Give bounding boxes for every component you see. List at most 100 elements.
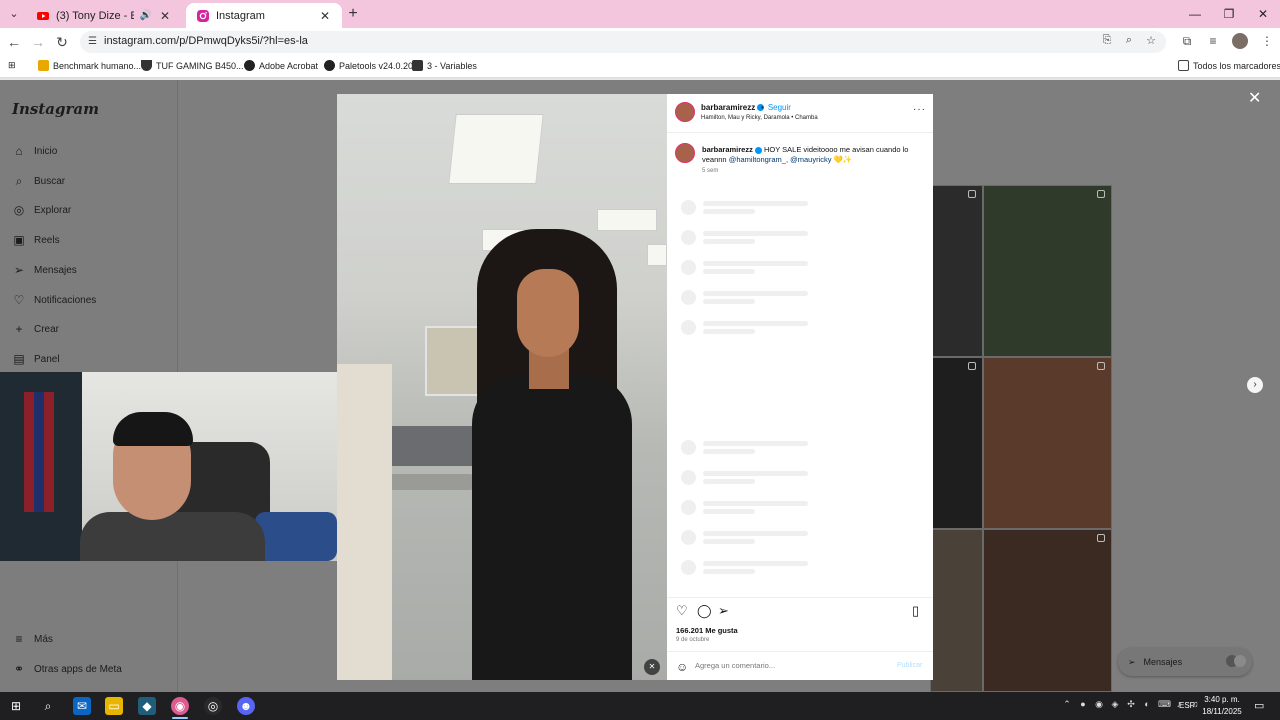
- profile-avatar[interactable]: [1232, 33, 1248, 49]
- sidebar-item-meta-apps[interactable]: ⚭ Otras apps de Meta: [12, 662, 122, 676]
- minimize-button[interactable]: —: [1178, 0, 1212, 28]
- tab-search-button[interactable]: ⌄: [4, 4, 24, 24]
- caption-username[interactable]: barbaramirezz: [702, 145, 753, 154]
- bookmark-adobe-acrobat[interactable]: Adobe Acrobat: [244, 60, 318, 71]
- start-button[interactable]: ⊞: [7, 697, 25, 715]
- sidebar-item-crear[interactable]: + Crear: [12, 322, 59, 336]
- chrome-menu-icon[interactable]: ⋮: [1260, 34, 1274, 48]
- post-video[interactable]: ✕: [337, 94, 667, 680]
- follow-button[interactable]: • Seguir: [761, 103, 791, 112]
- messages-pill[interactable]: ➢ Mensajes: [1118, 648, 1252, 676]
- sidebar-item-buscar[interactable]: ⌕ Buscar: [12, 174, 66, 189]
- woman-body: [472, 374, 632, 680]
- close-modal-icon[interactable]: ✕: [1248, 88, 1261, 108]
- folder-icon: [1178, 60, 1189, 71]
- mute-icon[interactable]: ✕: [644, 659, 660, 675]
- bookmark-benchmark[interactable]: Benchmark humano...: [38, 60, 141, 71]
- compass-icon: ◎: [13, 203, 25, 217]
- media-control-icon[interactable]: ≡: [1206, 34, 1220, 48]
- tray-icon[interactable]: ●: [1078, 699, 1088, 710]
- grid-post[interactable]: [983, 185, 1112, 357]
- tray-icon[interactable]: ⌨: [1158, 699, 1171, 710]
- grid-post[interactable]: [983, 529, 1112, 692]
- chrome-icon[interactable]: ◉: [171, 697, 189, 715]
- new-tab-button[interactable]: +: [344, 5, 362, 23]
- sidebar-item-mensajes[interactable]: ➢ Mensajes: [12, 263, 77, 277]
- bookmark-variables[interactable]: 3 - Variables: [412, 60, 477, 71]
- next-post-button[interactable]: ›: [1247, 377, 1263, 393]
- back-button[interactable]: ←: [4, 32, 24, 52]
- caption-emoji: 💛✨: [833, 155, 853, 164]
- mention-link[interactable]: @mauyricky: [790, 155, 831, 164]
- likes-count[interactable]: 166.201 Me gusta: [676, 626, 738, 635]
- sidebar-item-notificaciones[interactable]: ♡ Notificaciones: [12, 293, 97, 307]
- tray-icon[interactable]: ◐: [1142, 699, 1152, 710]
- browser-toolbar: ← → ↻ ☰ instagram.com/p/DPmwqDyks5i/?hl=…: [0, 28, 1280, 56]
- save-bookmark-icon[interactable]: ▯: [912, 603, 919, 619]
- forward-button[interactable]: →: [28, 32, 48, 52]
- sidebar-item-inicio[interactable]: ⌂ Inicio: [12, 144, 57, 158]
- address-bar[interactable]: ☰ instagram.com/p/DPmwqDyks5i/?hl=es-la …: [80, 31, 1166, 53]
- tray-icon[interactable]: ✣: [1126, 699, 1136, 710]
- post-header-author[interactable]: barbaramirezz: [701, 103, 765, 112]
- bookmark-tuf-gaming[interactable]: TUF GAMING B450...: [141, 60, 244, 71]
- site-info-icon[interactable]: ☰: [88, 36, 97, 47]
- tray-icon[interactable]: ◈: [1110, 699, 1120, 710]
- clock[interactable]: 3:40 p. m. 18/11/2025: [1200, 694, 1244, 718]
- bookmark-star-icon[interactable]: ☆: [1144, 34, 1158, 47]
- close-tab-icon[interactable]: ✕: [318, 9, 332, 23]
- caption-author-avatar[interactable]: [675, 143, 695, 163]
- tray-icon[interactable]: ⌃: [1062, 699, 1072, 710]
- app-icon[interactable]: ◆: [138, 697, 156, 715]
- instagram-logo[interactable]: Instagram: [12, 100, 99, 118]
- grid-post[interactable]: [930, 185, 983, 357]
- file-explorer-icon[interactable]: ▭: [105, 697, 123, 715]
- search-icon[interactable]: ⌕: [39, 697, 57, 715]
- sidebar-item-reels[interactable]: ▣ Reels: [12, 233, 59, 247]
- caption-timestamp[interactable]: 5 sem: [702, 168, 718, 174]
- sidebar-item-panel[interactable]: ▤ Panel: [12, 352, 59, 366]
- grid-post[interactable]: [930, 357, 983, 529]
- author-avatar[interactable]: [675, 102, 695, 122]
- comment-icon[interactable]: ◯: [697, 603, 712, 619]
- all-bookmarks[interactable]: Todos los marcadores: [1178, 60, 1280, 71]
- plus-icon: +: [15, 322, 23, 336]
- language-indicator[interactable]: ESP: [1179, 701, 1195, 710]
- comment-input[interactable]: [695, 661, 885, 670]
- close-window-button[interactable]: ✕: [1246, 0, 1280, 28]
- sidebar-item-explorar[interactable]: ◎ Explorar: [12, 203, 72, 217]
- like-heart-icon[interactable]: ♡: [676, 603, 688, 619]
- restore-button[interactable]: ❐: [1212, 0, 1246, 28]
- instagram-favicon-icon: [197, 9, 209, 22]
- publish-button[interactable]: Publicar: [897, 662, 922, 669]
- install-app-icon[interactable]: ⎘: [1100, 34, 1114, 47]
- tray-icon[interactable]: ◉: [1094, 699, 1104, 710]
- reload-button[interactable]: ↻: [52, 32, 72, 52]
- dashboard-icon: ▤: [13, 352, 25, 366]
- bookmark-paletools[interactable]: Paletools v24.0.20: [324, 60, 413, 71]
- sidebar-item-mas[interactable]: ≡ Más: [12, 632, 52, 646]
- zoom-icon[interactable]: ⌕: [1122, 34, 1136, 47]
- tab-instagram[interactable]: Instagram ✕: [186, 3, 342, 28]
- mention-link[interactable]: @hamiltongram_: [729, 155, 786, 164]
- tab-youtube[interactable]: (3) Tony Dize - El Doctorado 🔊 ✕: [26, 3, 182, 28]
- heart-icon: ♡: [13, 293, 25, 307]
- grid-post[interactable]: [930, 529, 983, 692]
- close-tab-icon[interactable]: ✕: [158, 9, 172, 23]
- apps-icon[interactable]: ⊞: [8, 60, 16, 71]
- more-options-icon[interactable]: ···: [913, 104, 926, 115]
- share-icon[interactable]: ➢: [718, 603, 729, 619]
- discord-icon[interactable]: ☻: [237, 697, 255, 715]
- post-audio-credit[interactable]: Hamilton, Mau y Ricky, Daramola • Chamba: [701, 115, 818, 121]
- extensions-icon[interactable]: ⧉: [1180, 34, 1194, 49]
- emoji-icon[interactable]: ☺: [676, 660, 688, 674]
- outlook-icon[interactable]: ✉: [73, 697, 91, 715]
- speaker-icon[interactable]: 🔊: [140, 10, 152, 21]
- reel-icon: [1097, 362, 1105, 370]
- obs-icon[interactable]: ◎: [204, 697, 222, 715]
- url-text[interactable]: instagram.com/p/DPmwqDyks5i/?hl=es-la: [104, 35, 308, 47]
- post-date[interactable]: 9 de octubre: [676, 637, 709, 643]
- notifications-icon[interactable]: ▭: [1254, 699, 1264, 712]
- grid-post[interactable]: [983, 357, 1112, 529]
- ceiling-light: [647, 244, 667, 266]
